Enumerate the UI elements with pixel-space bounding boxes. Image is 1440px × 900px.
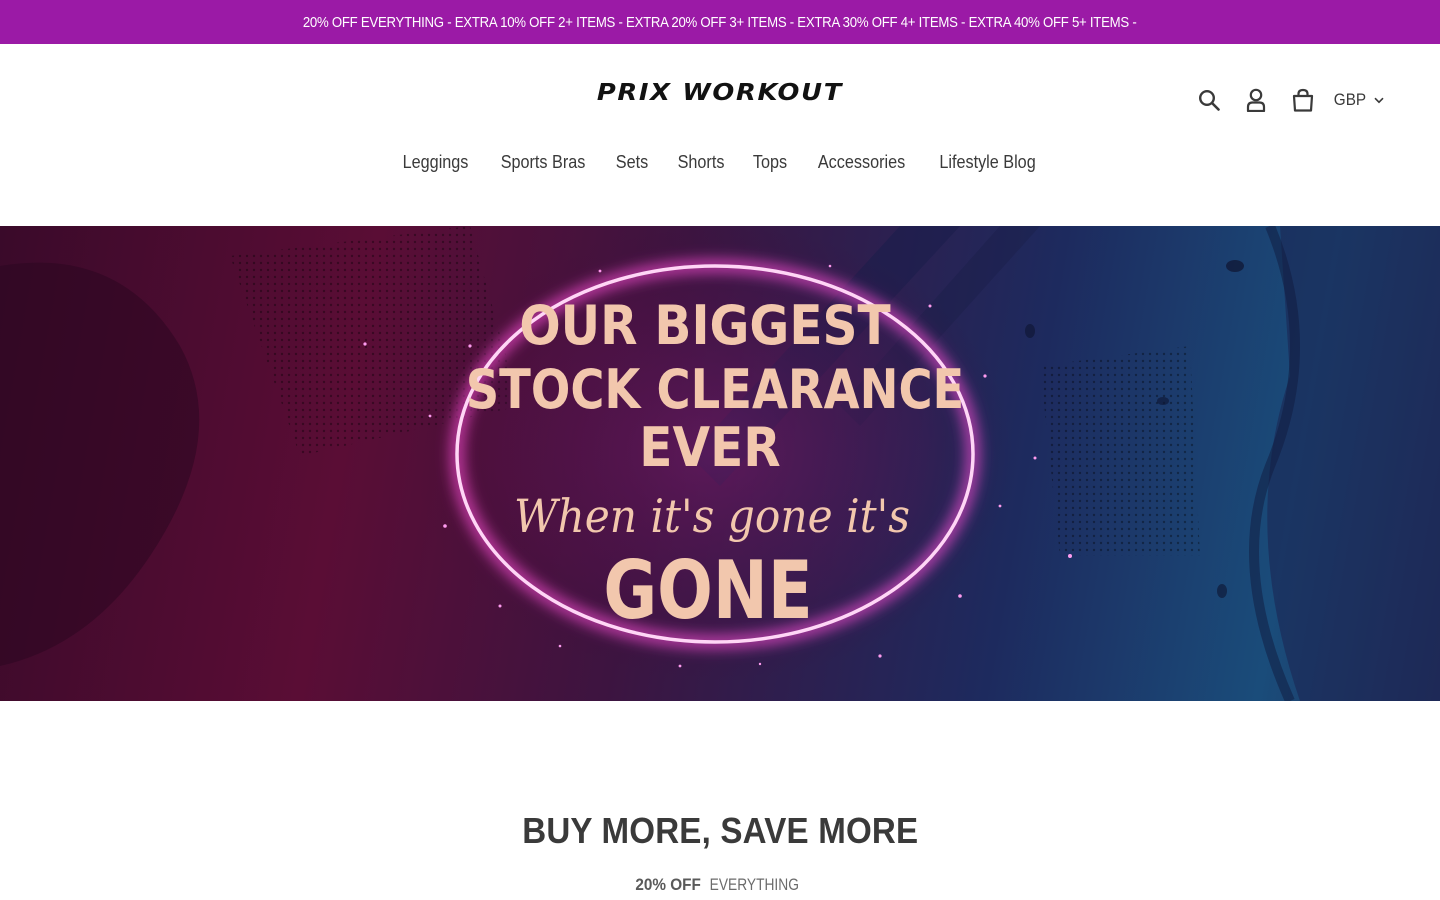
section-subtitle: 20% OFF EVERYTHING [0, 875, 1440, 895]
logo-text: PRIX WORKOUT [596, 80, 844, 106]
sparkle [758, 662, 762, 666]
sparkle [998, 504, 1002, 508]
nav-label: Sets [616, 152, 649, 172]
sparkle [878, 654, 882, 658]
sparkle [558, 644, 562, 648]
announcement-bar[interactable]: 20% OFF EVERYTHING - EXTRA 10% OFF 2+ IT… [0, 0, 1440, 44]
nav-label: Shorts [677, 152, 724, 172]
nav-item-shorts[interactable]: Shorts [663, 148, 739, 176]
hero-line-5: GONE [603, 545, 812, 638]
nav-item-lifestyle-blog[interactable]: Lifestyle Blog [922, 148, 1053, 176]
sparkle [983, 374, 987, 378]
nav-item-tops[interactable]: Tops [739, 148, 801, 176]
hero-banner[interactable]: OUR BIGGEST STOCK CLEARANCE EVER When it… [0, 226, 1440, 701]
sparkle [428, 414, 432, 418]
hero-line-4: When it's gone it's [514, 490, 910, 543]
nav-item-leggings[interactable]: Leggings [387, 148, 484, 176]
nav-label: Leggings [402, 152, 469, 172]
decor-spot [1025, 324, 1035, 338]
currency-value: GBP [1333, 90, 1367, 109]
sparkle [958, 594, 962, 598]
nav-label: Lifestyle Blog [938, 152, 1036, 172]
nav-label: Accessories [817, 152, 905, 172]
sparkle [498, 604, 502, 608]
nav-label: Sports Bras [501, 152, 586, 172]
sparkle [443, 524, 447, 528]
sparkle [1068, 554, 1072, 558]
hero-line-2: STOCK CLEARANCE [466, 358, 965, 421]
header-actions: GBP [1185, 82, 1384, 118]
subtitle-bold: 20% OFF [635, 875, 702, 894]
cart-button[interactable] [1279, 82, 1326, 118]
decor-shape [0, 262, 200, 666]
currency-selector[interactable]: GBP [1332, 90, 1384, 110]
hero-line-3: EVER [639, 417, 780, 480]
section-title: BUY MORE, SAVE MORE [0, 810, 1440, 852]
decor-spot [1226, 260, 1244, 272]
nav-item-accessories[interactable]: Accessories [801, 148, 922, 176]
account-button[interactable] [1232, 82, 1279, 118]
sparkle [468, 344, 472, 348]
hero-graphic: OUR BIGGEST STOCK CLEARANCE EVER When it… [0, 226, 1440, 701]
hero-line-1: OUR BIGGEST [519, 295, 890, 358]
sparkle [828, 264, 832, 268]
subtitle-rest: EVERYTHING [710, 875, 800, 894]
sparkle [928, 304, 932, 308]
account-icon [1246, 88, 1265, 112]
decor-spot [1217, 584, 1227, 598]
decor-shape [1040, 346, 1200, 556]
sparkle [363, 342, 367, 346]
sparkle [1033, 456, 1037, 460]
cart-icon [1292, 88, 1313, 112]
section-title-text: BUY MORE, SAVE MORE [521, 810, 919, 851]
decor-spot [1157, 397, 1169, 405]
search-icon [1198, 89, 1220, 111]
nav-item-sports-bras[interactable]: Sports Bras [484, 148, 602, 176]
chevron-down-icon [1374, 97, 1384, 103]
main-nav: Leggings Sports Bras Sets Shorts Tops Ac… [0, 148, 1440, 176]
nav-label: Tops [752, 152, 787, 172]
sparkle [598, 269, 602, 273]
nav-item-sets[interactable]: Sets [602, 148, 662, 176]
announcement-text: 20% OFF EVERYTHING - EXTRA 10% OFF 2+ IT… [303, 13, 1137, 31]
sparkle [678, 664, 682, 668]
search-button[interactable] [1185, 82, 1232, 118]
